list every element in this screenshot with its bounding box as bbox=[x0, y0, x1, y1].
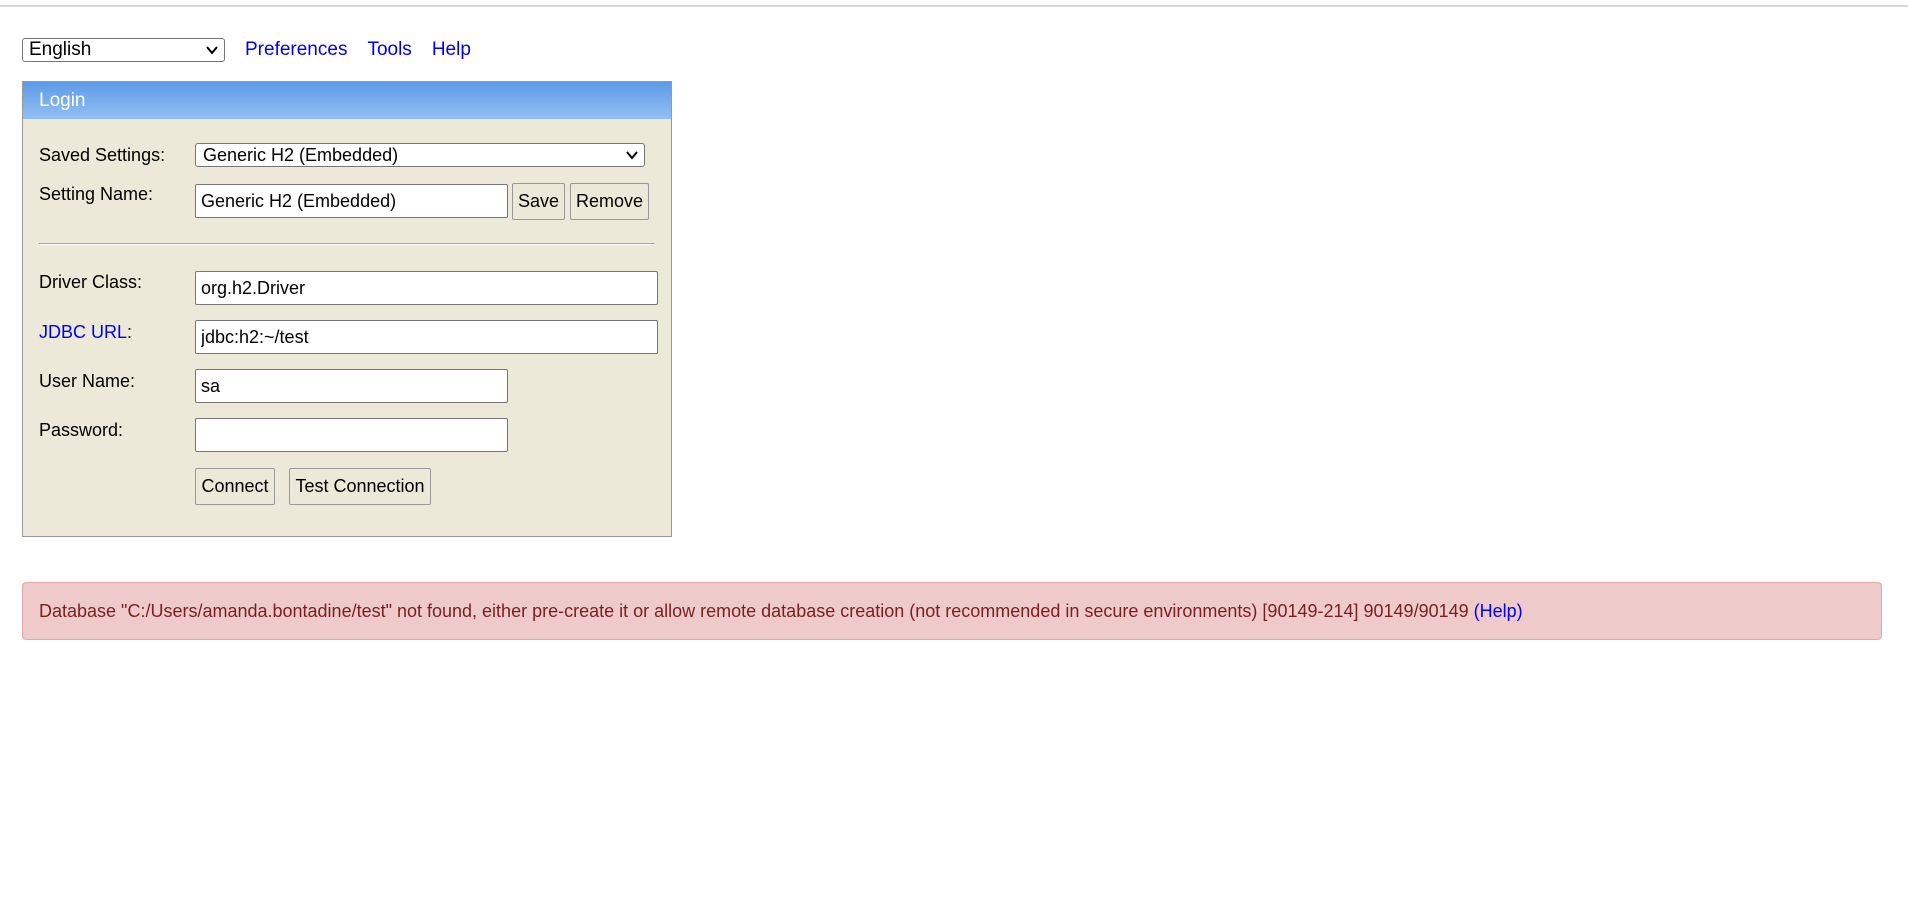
setting-name-input[interactable] bbox=[195, 184, 508, 218]
driver-class-label: Driver Class: bbox=[39, 272, 143, 292]
error-message-text: Database "C:/Users/amanda.bontadine/test… bbox=[39, 601, 1474, 621]
user-name-label: User Name: bbox=[39, 371, 136, 391]
jdbc-url-colon: : bbox=[127, 322, 133, 342]
connect-button[interactable]: Connect bbox=[195, 468, 275, 505]
test-connection-button[interactable]: Test Connection bbox=[289, 468, 431, 505]
user-name-input[interactable] bbox=[195, 369, 508, 403]
help-link[interactable]: Help bbox=[432, 39, 471, 61]
section-divider bbox=[39, 243, 655, 245]
driver-class-input[interactable] bbox=[195, 271, 658, 305]
setting-name-label: Setting Name: bbox=[39, 184, 154, 204]
toolbar: English Preferences Tools Help bbox=[22, 37, 471, 63]
error-message-box: Database "C:/Users/amanda.bontadine/test… bbox=[22, 582, 1882, 640]
save-button[interactable]: Save bbox=[512, 183, 565, 220]
password-label: Password: bbox=[39, 420, 124, 440]
preferences-link[interactable]: Preferences bbox=[245, 39, 347, 61]
login-header: Login bbox=[23, 82, 671, 119]
error-help-link[interactable]: (Help) bbox=[1474, 601, 1523, 621]
login-panel: Login Saved Settings: Generic H2 (Embedd… bbox=[22, 81, 672, 537]
language-select-value: English bbox=[29, 39, 92, 60]
remove-button[interactable]: Remove bbox=[570, 183, 649, 220]
jdbc-url-link[interactable]: JDBC URL bbox=[39, 322, 127, 342]
top-divider bbox=[0, 5, 1908, 7]
chevron-down-icon bbox=[206, 46, 218, 55]
chevron-down-icon bbox=[626, 151, 638, 160]
language-select[interactable]: English bbox=[22, 38, 225, 62]
saved-settings-value: Generic H2 (Embedded) bbox=[203, 145, 399, 165]
saved-settings-label: Saved Settings: bbox=[39, 145, 166, 165]
saved-settings-select[interactable]: Generic H2 (Embedded) bbox=[195, 143, 645, 167]
jdbc-url-label: JDBC URL: bbox=[39, 322, 132, 343]
jdbc-url-input[interactable] bbox=[195, 320, 658, 354]
password-input[interactable] bbox=[195, 418, 508, 452]
tools-link[interactable]: Tools bbox=[367, 39, 411, 61]
